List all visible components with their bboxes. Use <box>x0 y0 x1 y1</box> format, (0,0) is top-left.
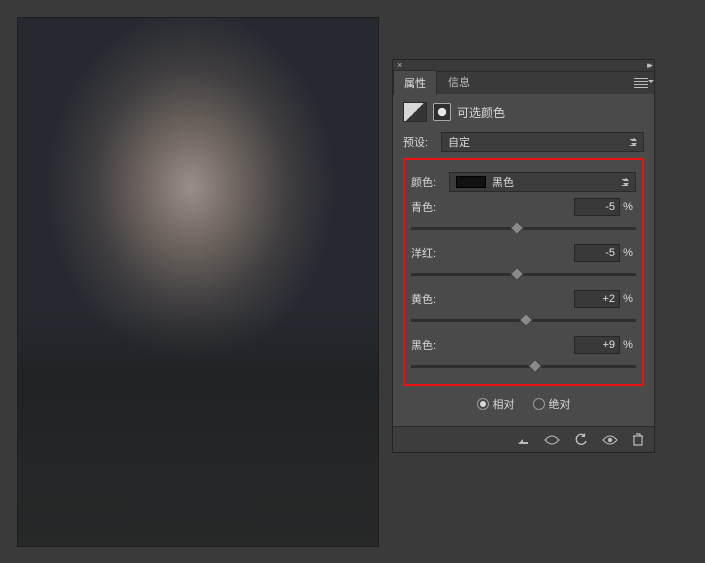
radio-absolute[interactable]: 绝对 <box>533 396 571 412</box>
magenta-slider-thumb[interactable] <box>510 267 524 281</box>
cyan-label: 青色: <box>411 199 574 215</box>
radio-relative-button[interactable] <box>477 398 489 410</box>
adjustment-type-icon[interactable] <box>403 102 427 122</box>
radio-relative[interactable]: 相对 <box>477 396 515 412</box>
preset-label: 预设: <box>403 134 435 150</box>
trash-icon[interactable] <box>632 433 644 447</box>
radio-absolute-label: 绝对 <box>549 396 571 412</box>
clip-to-layer-icon[interactable] <box>516 433 530 447</box>
radio-absolute-button[interactable] <box>533 398 545 410</box>
preset-row: 预设: 自定 <box>403 132 644 152</box>
slider-cyan: 青色: % <box>411 198 636 234</box>
cyan-unit: % <box>620 201 636 213</box>
cyan-value-input[interactable] <box>574 198 620 216</box>
color-swatch-icon <box>456 176 486 188</box>
slider-magenta: 洋红: % <box>411 244 636 280</box>
panel-menu-icon[interactable] <box>634 78 648 88</box>
adjustment-title: 可选颜色 <box>457 104 505 121</box>
properties-panel: × 属性 信息 可选颜色 预设: 自定 颜色: 黑色 <box>392 59 655 453</box>
close-icon[interactable]: × <box>397 61 402 70</box>
magenta-slider-track[interactable] <box>411 268 636 280</box>
color-value: 黑色 <box>492 174 514 190</box>
radio-relative-label: 相对 <box>493 396 515 412</box>
black-label: 黑色: <box>411 337 574 353</box>
magenta-label: 洋红: <box>411 245 574 261</box>
black-value-input[interactable] <box>574 336 620 354</box>
color-select[interactable]: 黑色 <box>449 172 636 192</box>
yellow-unit: % <box>620 293 636 305</box>
color-settings-highlight: 颜色: 黑色 青色: % 洋红: <box>403 158 644 386</box>
black-slider-track[interactable] <box>411 360 636 372</box>
visibility-icon[interactable] <box>602 434 618 446</box>
magenta-unit: % <box>620 247 636 259</box>
slider-yellow: 黄色: % <box>411 290 636 326</box>
tab-info[interactable]: 信息 <box>437 69 481 94</box>
black-slider-thumb[interactable] <box>528 359 542 373</box>
preset-value: 自定 <box>448 134 470 150</box>
tab-properties[interactable]: 属性 <box>393 70 437 95</box>
color-row: 颜色: 黑色 <box>411 172 636 192</box>
color-label: 颜色: <box>411 174 443 190</box>
document-canvas[interactable] <box>17 17 379 547</box>
adjustment-title-row: 可选颜色 <box>403 102 644 122</box>
collapse-icon[interactable] <box>647 61 650 70</box>
layer-mask-icon[interactable] <box>433 103 451 121</box>
yellow-slider-thumb[interactable] <box>519 313 533 327</box>
yellow-value-input[interactable] <box>574 290 620 308</box>
cyan-slider-thumb[interactable] <box>510 221 524 235</box>
cyan-slider-track[interactable] <box>411 222 636 234</box>
yellow-label: 黄色: <box>411 291 574 307</box>
slider-black: 黑色: % <box>411 336 636 372</box>
panel-footer <box>393 426 654 452</box>
yellow-slider-track[interactable] <box>411 314 636 326</box>
preset-select[interactable]: 自定 <box>441 132 644 152</box>
method-radio-group: 相对 绝对 <box>403 396 644 412</box>
panel-tabs: 属性 信息 <box>393 72 654 94</box>
reset-icon[interactable] <box>574 433 588 447</box>
magenta-value-input[interactable] <box>574 244 620 262</box>
view-previous-icon[interactable] <box>544 434 560 446</box>
black-unit: % <box>620 339 636 351</box>
panel-body: 可选颜色 预设: 自定 颜色: 黑色 青色: <box>393 94 654 426</box>
